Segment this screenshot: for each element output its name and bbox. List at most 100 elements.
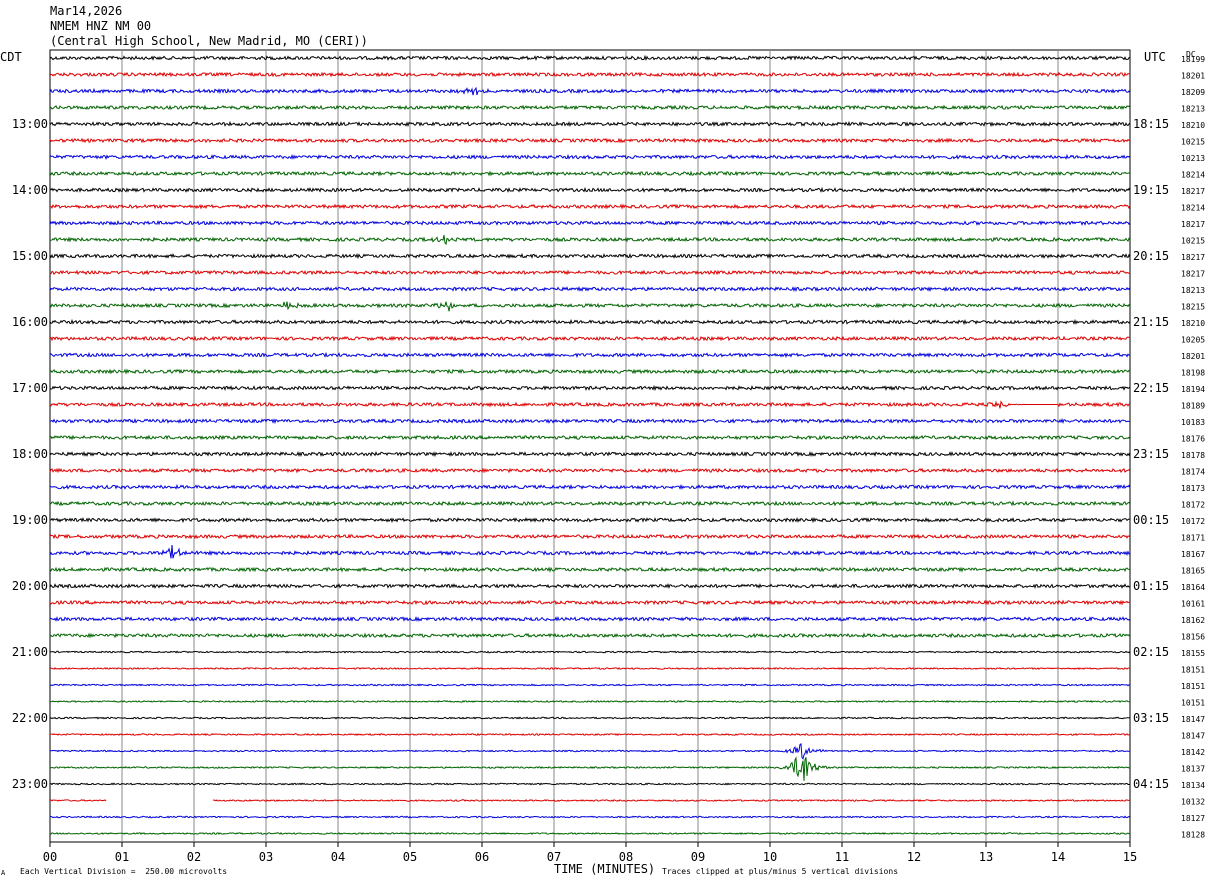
x-tick-label: 06 — [475, 850, 489, 864]
dc-offset-label: 18127 — [1181, 814, 1205, 823]
dc-offset-label: 18151 — [1181, 666, 1205, 675]
x-tick-label: 15 — [1123, 850, 1137, 864]
trace-row — [49, 120, 1131, 128]
trace-row — [49, 71, 1131, 78]
x-tick-label: 03 — [259, 850, 273, 864]
x-tick-label: 05 — [403, 850, 417, 864]
dc-offset-label: 18137 — [1181, 765, 1205, 774]
dc-offset-label: 18147 — [1181, 732, 1205, 741]
minute-gridlines — [49, 50, 1131, 847]
trace-row — [49, 743, 1131, 760]
trace-row — [49, 153, 1131, 161]
dc-offset-label: 18172 — [1181, 501, 1205, 510]
trace-row — [49, 450, 1131, 458]
x-tick-label: 11 — [835, 850, 849, 864]
dc-offset-label: 18174 — [1181, 468, 1205, 477]
helicorder-plot: CDT UTC DC 00 01 02 03 04 05 06 07 08 09 10 11 12 13 1… — [0, 49, 1205, 864]
left-hour-label: 17:00 — [12, 381, 48, 395]
dc-offset-label: 10213 — [1181, 154, 1205, 163]
dc-offset-label: 10215 — [1181, 237, 1205, 246]
trace-row — [49, 666, 1130, 670]
right-timezone-label: UTC — [1144, 50, 1166, 64]
left-hour-label: 16:00 — [12, 315, 48, 329]
dc-offset-label: 18213 — [1181, 286, 1205, 295]
left-hour-label: 22:00 — [12, 711, 48, 725]
dc-offset-label: 18201 — [1181, 72, 1205, 81]
trace-row — [49, 566, 1131, 573]
dc-offset-label: 18217 — [1181, 187, 1205, 196]
trace-row — [49, 500, 1131, 507]
trace-row — [49, 318, 1131, 326]
left-hour-label: 13:00 — [12, 117, 48, 131]
left-hour-label: 21:00 — [12, 645, 48, 659]
x-tick-label: 00 — [43, 850, 57, 864]
trace-row — [50, 203, 1131, 210]
x-axis-title: TIME (MINUTES) — [554, 862, 656, 876]
dc-offset-label: 18215 — [1181, 303, 1205, 312]
right-hour-label: 00:15 — [1133, 513, 1169, 527]
seismic-traces — [49, 54, 1131, 835]
dc-offset-label: 18164 — [1181, 583, 1205, 592]
right-hour-label: 18:15 — [1133, 117, 1169, 131]
x-tick-label: 13 — [979, 850, 993, 864]
dc-offset-label: 18178 — [1181, 451, 1205, 460]
trace-row — [49, 186, 1131, 194]
trace-row — [49, 54, 1131, 62]
trace-row — [49, 467, 1131, 474]
right-hour-label: 01:15 — [1133, 579, 1169, 593]
trace-row — [49, 286, 1131, 293]
trace-row — [49, 732, 1131, 737]
trace-row — [49, 86, 1131, 96]
trace-row — [49, 368, 1130, 375]
trace-row — [49, 615, 1131, 623]
dc-offset-label: 18162 — [1181, 616, 1205, 625]
dc-offset-label: 18209 — [1181, 88, 1205, 97]
right-hour-label: 21:15 — [1133, 315, 1169, 329]
dc-offset-label: 18151 — [1181, 682, 1205, 691]
x-tick-label: 12 — [907, 850, 921, 864]
dc-offset-label: 18217 — [1181, 270, 1205, 279]
plot-frame — [49, 49, 1131, 843]
right-hour-label: 03:15 — [1133, 711, 1169, 725]
trace-row — [49, 583, 1131, 590]
dc-offset-label: 18213 — [1181, 105, 1205, 114]
dc-offset-label: 10172 — [1181, 517, 1205, 526]
trace-row — [49, 219, 1131, 226]
dc-offset-label: 18217 — [1181, 253, 1205, 262]
dc-offset-label: 18198 — [1181, 369, 1205, 378]
trace-row — [49, 170, 1131, 177]
trace-row — [49, 400, 1131, 409]
trace-row — [49, 782, 1131, 786]
trace-row — [49, 483, 1131, 491]
trace-row — [49, 798, 1131, 802]
dc-offset-label: 10132 — [1181, 798, 1205, 807]
dc-offset-label: 18155 — [1181, 649, 1205, 658]
trace-row — [49, 699, 1131, 704]
right-hour-label: 19:15 — [1133, 183, 1169, 197]
dc-offset-label: 18194 — [1181, 385, 1205, 394]
left-hour-label: 23:00 — [12, 777, 48, 791]
trace-row — [50, 417, 1130, 425]
right-hour-label: 23:15 — [1133, 447, 1169, 461]
dc-offset-label: 18171 — [1181, 534, 1205, 543]
right-hour-label: 22:15 — [1133, 381, 1169, 395]
left-hour-label: 14:00 — [12, 183, 48, 197]
dc-offset-label: 18167 — [1181, 550, 1205, 559]
x-tick-label: 10 — [763, 850, 777, 864]
corner-mark: A — [1, 869, 6, 877]
right-hour-label: 02:15 — [1133, 645, 1169, 659]
dc-offset-label: 18189 — [1181, 402, 1205, 411]
dc-offset-label: 18173 — [1181, 484, 1205, 493]
dc-offset-label: 10183 — [1181, 418, 1205, 427]
x-tick-label: 02 — [187, 850, 201, 864]
trace-row — [49, 599, 1131, 606]
dc-offset-label: 18214 — [1181, 204, 1205, 213]
left-hour-label: 20:00 — [12, 579, 48, 593]
trace-row — [49, 650, 1131, 654]
trace-row — [49, 104, 1131, 111]
left-hour-label: 19:00 — [12, 513, 48, 527]
trace-row — [49, 301, 1131, 312]
x-tick-label: 14 — [1051, 850, 1065, 864]
trace-row — [49, 683, 1131, 687]
trace-row — [49, 252, 1131, 260]
